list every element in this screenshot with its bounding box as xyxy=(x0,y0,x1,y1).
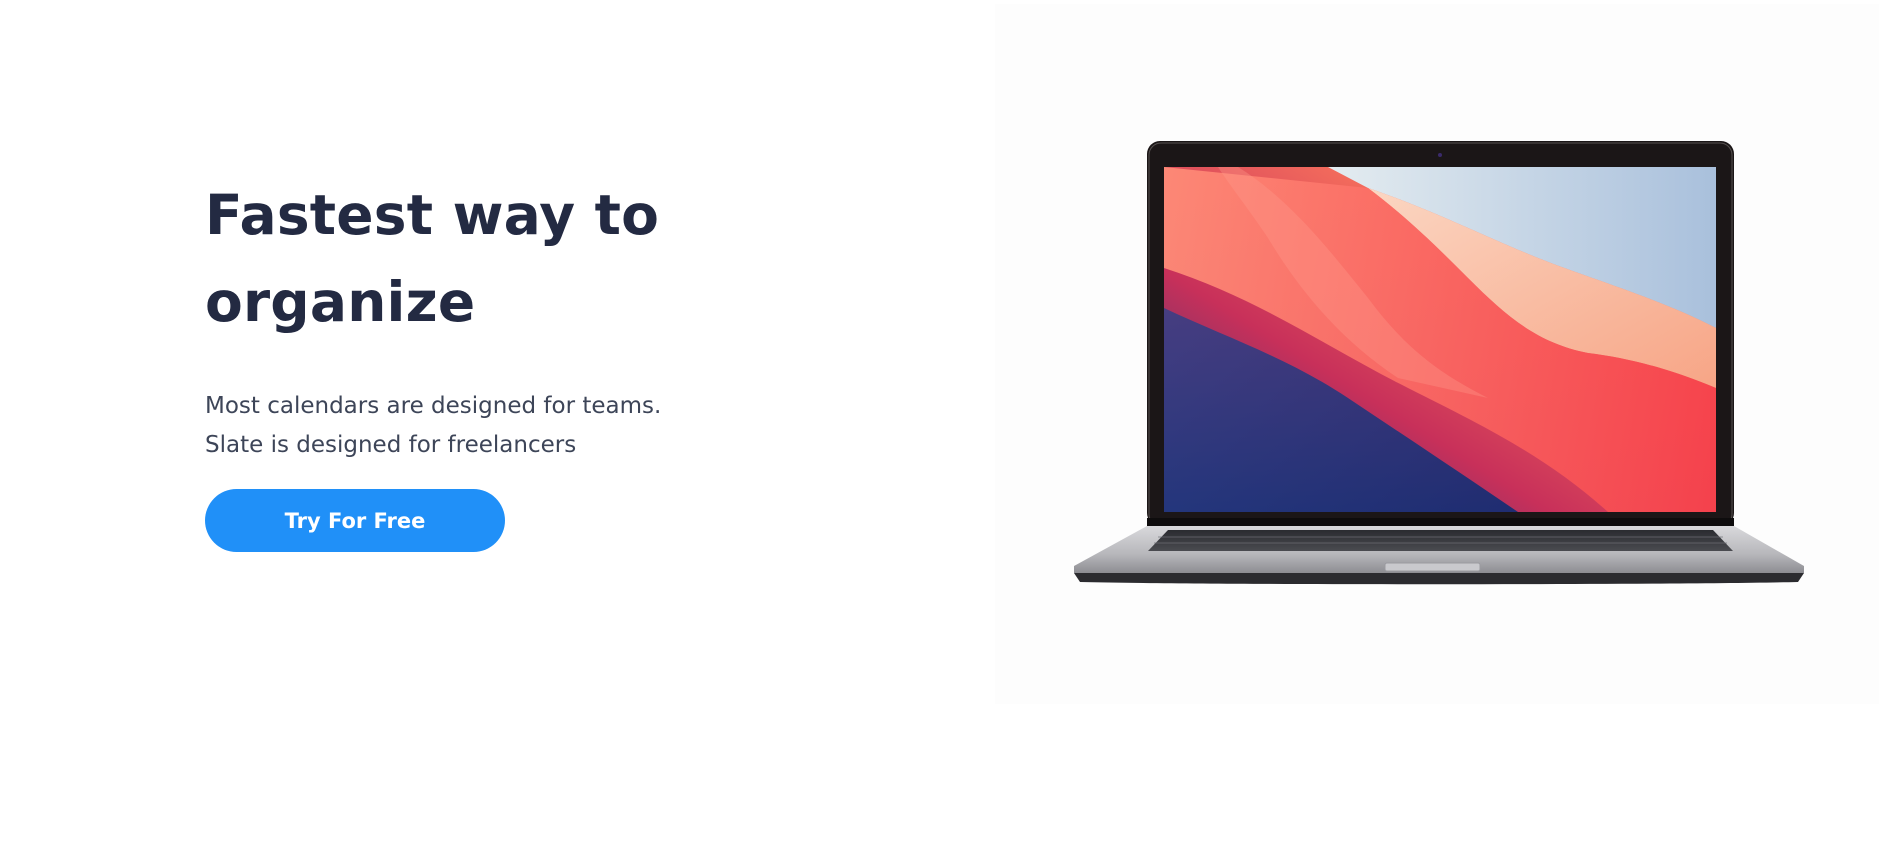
hero-subtitle-line-2: Slate is designed for freelancers xyxy=(205,432,577,458)
hero-title: Fastest way to organize xyxy=(205,172,765,346)
hero-title-line-1: Fastest way to xyxy=(205,183,660,247)
hero-text-block: Fastest way to organize Most calendars a… xyxy=(205,172,765,465)
hero-title-line-2: organize xyxy=(205,270,476,334)
try-for-free-button[interactable]: Try For Free xyxy=(205,489,505,552)
hero-subtitle-line-1: Most calendars are designed for teams. xyxy=(205,393,662,419)
laptop-image xyxy=(1074,141,1804,585)
hero-subtitle: Most calendars are designed for teams. S… xyxy=(205,387,765,465)
